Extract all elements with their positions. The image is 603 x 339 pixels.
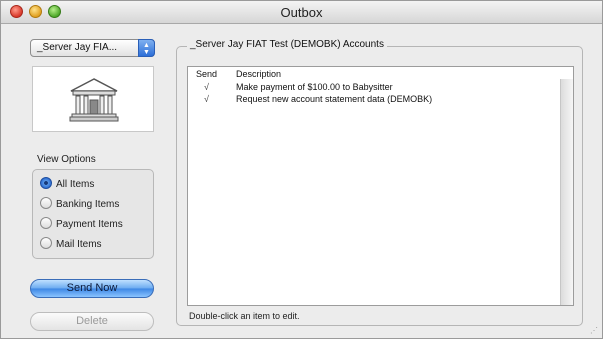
accounts-group-title: _Server Jay FIAT Test (DEMOBK) Accounts	[187, 39, 387, 50]
radio-selected-icon[interactable]	[40, 177, 52, 190]
checkmark-icon: √	[204, 94, 209, 104]
radio-payment-items[interactable]: Payment Items	[40, 217, 123, 232]
column-header-send[interactable]: Send	[196, 69, 217, 79]
send-now-button[interactable]: Send Now	[30, 279, 154, 298]
bank-logo-box	[32, 66, 154, 132]
radio-label: Payment Items	[56, 219, 123, 230]
edit-hint: Double-click an item to edit.	[189, 311, 300, 321]
outbox-window: Outbox _Server Jay FIA... ▲ ▼ View Option…	[0, 0, 603, 339]
title-bar[interactable]: Outbox	[1, 1, 602, 24]
view-options-label: View Options	[37, 154, 96, 165]
radio-unselected-icon[interactable]	[40, 237, 52, 250]
window-title: Outbox	[280, 5, 323, 20]
table-row[interactable]: √ Make payment of $100.00 to Babysitter	[188, 82, 558, 94]
radio-label: All Items	[56, 179, 95, 190]
checkmark-icon: √	[204, 82, 209, 92]
account-popup[interactable]: _Server Jay FIA... ▲ ▼	[30, 39, 155, 57]
radio-mail-items[interactable]: Mail Items	[40, 237, 102, 252]
radio-all-items[interactable]: All Items	[40, 177, 95, 192]
bank-building-icon	[69, 78, 119, 122]
column-header-description[interactable]: Description	[236, 69, 281, 79]
resize-grip-icon[interactable]: ⋰	[590, 326, 598, 335]
radio-label: Banking Items	[56, 199, 120, 210]
radio-unselected-icon[interactable]	[40, 217, 52, 230]
radio-unselected-icon[interactable]	[40, 197, 52, 210]
outbox-table[interactable]: Send Description √ Make payment of $100.…	[187, 66, 574, 306]
radio-banking-items[interactable]: Banking Items	[40, 197, 120, 212]
account-popup-label: _Server Jay FIA...	[37, 42, 118, 53]
table-row[interactable]: √ Request new account statement data (DE…	[188, 94, 558, 106]
radio-label: Mail Items	[56, 239, 102, 250]
updown-arrows-icon[interactable]: ▲ ▼	[138, 39, 155, 57]
row-description: Request new account statement data (DEMO…	[236, 94, 433, 104]
vertical-scrollbar[interactable]	[560, 79, 573, 305]
delete-button[interactable]: Delete	[30, 312, 154, 331]
view-options-group: All Items Banking Items Payment Items Ma…	[32, 169, 154, 259]
row-description: Make payment of $100.00 to Babysitter	[236, 82, 393, 92]
